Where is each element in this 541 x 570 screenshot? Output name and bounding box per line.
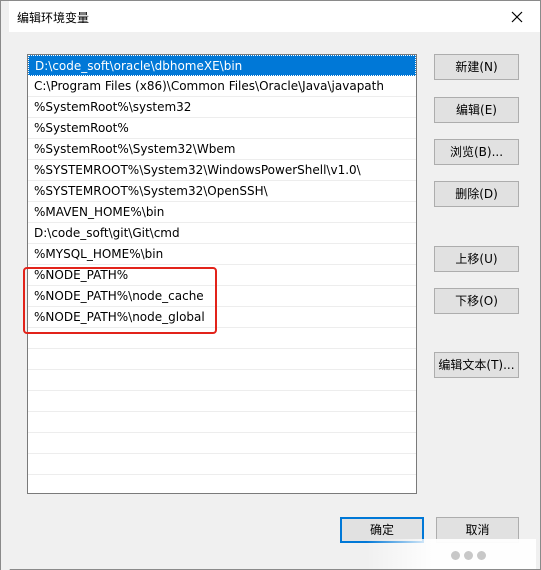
path-list-item[interactable]: %SYSTEMROOT%\System32\OpenSSH\ [28, 181, 416, 202]
empty-list-row[interactable] [28, 349, 416, 370]
empty-list-row[interactable] [28, 433, 416, 454]
watermark [366, 539, 536, 569]
edit-text-button[interactable]: 编辑文本(T)... [434, 352, 519, 378]
path-list-item[interactable]: %NODE_PATH% [28, 265, 416, 286]
empty-list-row[interactable] [28, 370, 416, 391]
path-list-item[interactable]: %MAVEN_HOME%\bin [28, 202, 416, 223]
path-list-item[interactable]: %MYSQL_HOME%\bin [28, 244, 416, 265]
path-list[interactable]: D:\code_soft\oracle\dbhomeXE\bin C:\Progr… [27, 54, 417, 494]
ok-button[interactable]: 确定 [340, 517, 424, 543]
empty-list-row[interactable] [28, 328, 416, 349]
close-button[interactable] [494, 1, 540, 32]
empty-list-row[interactable] [28, 391, 416, 412]
path-list-item[interactable]: %NODE_PATH%\node_cache [28, 286, 416, 307]
path-list-item[interactable]: D:\code_soft\oracle\dbhomeXE\bin [28, 55, 416, 76]
path-list-item[interactable]: D:\code_soft\git\Git\cmd [28, 223, 416, 244]
move-up-button[interactable]: 上移(U) [434, 246, 519, 272]
path-list-item[interactable]: %SystemRoot% [28, 118, 416, 139]
edit-env-variable-dialog: 编辑环境变量 D:\code_soft\oracle\dbhomeXE\bin C… [0, 0, 541, 570]
path-list-item[interactable]: %NODE_PATH%\node_global [28, 307, 416, 328]
path-list-item[interactable]: %SystemRoot%\System32\Wbem [28, 139, 416, 160]
path-list-item[interactable]: %SYSTEMROOT%\System32\WindowsPowerShell\… [28, 160, 416, 181]
edit-button[interactable]: 编辑(E) [434, 97, 519, 123]
title-bar: 编辑环境变量 [9, 1, 540, 32]
move-down-button[interactable]: 下移(O) [434, 288, 519, 314]
empty-list-row[interactable] [28, 454, 416, 475]
browse-button[interactable]: 浏览(B)... [434, 139, 519, 165]
watermark-logo-icon [451, 551, 486, 560]
empty-list-row[interactable] [28, 412, 416, 433]
path-list-item[interactable]: %SystemRoot%\system32 [28, 97, 416, 118]
cancel-button[interactable]: 取消 [436, 517, 519, 543]
delete-button[interactable]: 删除(D) [434, 181, 519, 207]
new-button[interactable]: 新建(N) [434, 54, 519, 80]
path-list-item[interactable]: C:\Program Files (x86)\Common Files\Orac… [28, 76, 416, 97]
close-icon [511, 11, 523, 22]
dialog-body: D:\code_soft\oracle\dbhomeXE\bin C:\Progr… [9, 32, 540, 569]
dialog-title: 编辑环境变量 [17, 11, 90, 25]
